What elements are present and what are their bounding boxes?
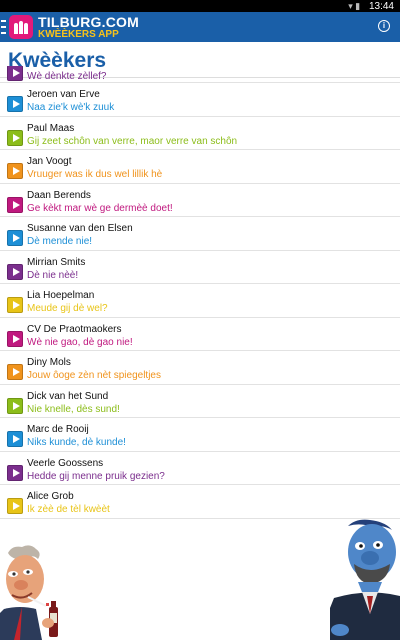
list-item[interactable]: Marc de Rooij Niks kunde, dè kunde!	[0, 418, 400, 452]
puppet-old-man-icon	[0, 545, 58, 640]
list-item[interactable]: Lia Hoepelman Meude gij dè wel?	[0, 284, 400, 318]
item-quote: Dè nie nèè!	[27, 269, 79, 281]
item-quote: Wè nie gao, dè gao nie!	[27, 336, 133, 348]
item-name: Daan Berends	[27, 189, 91, 201]
item-quote: Niks kunde, dè kunde!	[27, 437, 126, 448]
play-icon[interactable]	[7, 364, 23, 380]
item-name: Alice Grob	[27, 491, 74, 502]
play-icon[interactable]	[7, 431, 23, 447]
item-name: Dick van het Sund	[27, 390, 109, 402]
app-subtitle: KWÈÈKERS APP	[38, 28, 119, 40]
list-item[interactable]: Dick van het Sund Nie knelle, dès sund!	[0, 385, 400, 418]
play-icon[interactable]	[7, 330, 23, 347]
item-name: Mirrian Smits	[27, 256, 86, 268]
play-icon[interactable]	[7, 129, 23, 146]
play-icon[interactable]	[7, 397, 23, 414]
item-quote: Wè dènkte zèllef?	[27, 71, 107, 82]
list-item[interactable]: Mirrian Smits Dè nie nèè!	[0, 251, 400, 284]
play-icon[interactable]	[7, 163, 23, 179]
list-item[interactable]: Veerle Goossens Hedde gij menne pruik gez…	[0, 452, 400, 485]
hamburger-icon[interactable]	[1, 20, 7, 34]
status-bar: ▾ ▮ 13:44	[0, 0, 400, 12]
item-name: Jan Voogt	[27, 156, 72, 167]
play-icon[interactable]	[7, 66, 23, 81]
play-icon[interactable]	[7, 297, 23, 313]
item-name: Jeroen van Erve	[27, 89, 100, 100]
list-item[interactable]: Jan Voogt Vruuger was ik dus wel lillik h…	[0, 150, 400, 184]
list-item[interactable]: CV De Praotmaokers Wè nie gao, dè gao nie…	[0, 318, 400, 351]
play-icon[interactable]	[7, 263, 23, 280]
item-quote: Ge kèkt mar wè ge dermèè doet!	[27, 202, 173, 214]
list-item[interactable]: Jeroen van Erve Naa zie'k wè'k zuuk	[0, 83, 400, 117]
item-quote: Jouw ôoge zèn nèt spiegeltjes	[27, 370, 161, 381]
puppet-blue-character-icon	[330, 519, 400, 640]
play-icon[interactable]	[7, 196, 23, 213]
item-quote: Vruuger was ik dus wel lillik hè	[27, 169, 163, 180]
item-name: Paul Maas	[27, 122, 75, 134]
item-quote: Dè mende nie!	[27, 236, 93, 247]
item-name: Diny Mols	[27, 357, 71, 368]
item-quote: Hedde gij menne pruik gezien?	[27, 470, 165, 482]
status-icons: ▾ ▮	[348, 1, 361, 11]
item-quote: Ik zèè de tèl kwèèt	[27, 504, 110, 515]
item-name: Susanne van den Elsen	[27, 223, 133, 234]
tilburg-logo-icon[interactable]	[9, 15, 33, 39]
list-item[interactable]: Paul Maas Gij zeet schôn van verre, maor …	[0, 117, 400, 150]
app-title-block: TILBURG.COM KWÈÈKERS APP	[38, 15, 139, 40]
item-name: Veerle Goossens	[27, 457, 104, 469]
app-title: TILBURG.COM	[38, 13, 139, 30]
play-icon[interactable]	[7, 96, 23, 112]
item-quote: Gij zeet schôn van verre, maor verre van…	[27, 135, 238, 147]
item-name: Lia Hoepelman	[27, 290, 95, 301]
list-item[interactable]: Diny Mols Jouw ôoge zèn nèt spiegeltjes	[0, 351, 400, 385]
item-quote: Meude gij dè wel?	[27, 303, 108, 314]
play-icon[interactable]	[7, 498, 23, 514]
list-item[interactable]: Nick Otten Wè dènkte zèllef?	[0, 66, 400, 83]
item-name: CV De Praotmaokers	[27, 323, 122, 335]
info-icon[interactable]: i	[378, 20, 390, 32]
list-item[interactable]: Daan Berends Ge kèkt mar wè ge dermèè doe…	[0, 184, 400, 217]
play-icon[interactable]	[7, 230, 23, 246]
list-item[interactable]: Alice Grob Ik zèè de tèl kwèèt	[0, 485, 400, 519]
item-name: Nick Otten	[27, 66, 74, 69]
kweekers-list[interactable]: Nick OttenWè dènkte zèllef?Jeroen van Er…	[0, 66, 400, 540]
status-time: 13:44	[368, 1, 394, 12]
item-quote: Nie knelle, dès sund!	[27, 403, 120, 415]
play-icon[interactable]	[7, 464, 23, 481]
item-quote: Naa zie'k wè'k zuuk	[27, 102, 115, 113]
list-item[interactable]: Susanne van den Elsen Dè mende nie!	[0, 217, 400, 251]
app-bar: TILBURG.COM KWÈÈKERS APP i	[0, 12, 400, 42]
item-name: Marc de Rooij	[27, 424, 89, 435]
